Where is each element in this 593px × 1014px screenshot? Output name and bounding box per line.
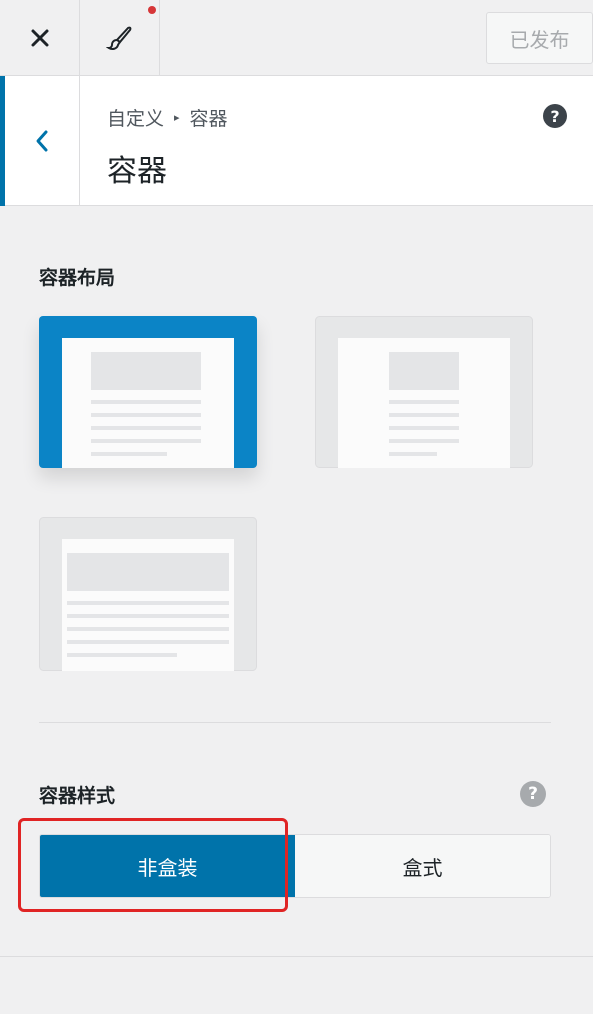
- layout-contained-thumbnail: [39, 316, 257, 468]
- boxed-button[interactable]: 盒式: [295, 835, 550, 897]
- layout-label: 容器布局: [39, 267, 116, 289]
- breadcrumb-root: 自定义: [107, 108, 165, 130]
- published-button[interactable]: 已发布: [486, 12, 593, 64]
- close-icon: [31, 29, 48, 46]
- layout-option-contained[interactable]: [39, 316, 257, 468]
- back-button[interactable]: [0, 76, 80, 206]
- breadcrumb-separator: ▸: [174, 111, 180, 124]
- layout-fullwidth-thumbnail: [39, 517, 257, 671]
- chevron-left-icon: [36, 130, 48, 152]
- help-icon[interactable]: ?: [543, 104, 567, 128]
- annotation-highlight-box: [18, 818, 288, 912]
- breadcrumb: 自定义 ▸ 容器: [107, 104, 228, 131]
- layout-option-full-width[interactable]: [39, 517, 257, 671]
- layout-option-contained-narrow[interactable]: [315, 316, 533, 468]
- customizer-topbar: 已发布: [0, 0, 593, 76]
- page-title: 容器: [107, 154, 167, 189]
- bottom-divider: [0, 956, 593, 957]
- paintbrush-icon: [105, 26, 131, 50]
- section-header: 自定义 ▸ 容器 容器 ?: [0, 76, 593, 206]
- style-label: 容器样式: [39, 785, 116, 807]
- breadcrumb-current: 容器: [189, 108, 228, 130]
- style-help-icon[interactable]: ?: [520, 781, 546, 807]
- layout-narrow-thumbnail: [315, 316, 533, 468]
- close-button[interactable]: [0, 0, 80, 75]
- section-divider: [39, 722, 551, 723]
- notification-dot: [148, 6, 156, 14]
